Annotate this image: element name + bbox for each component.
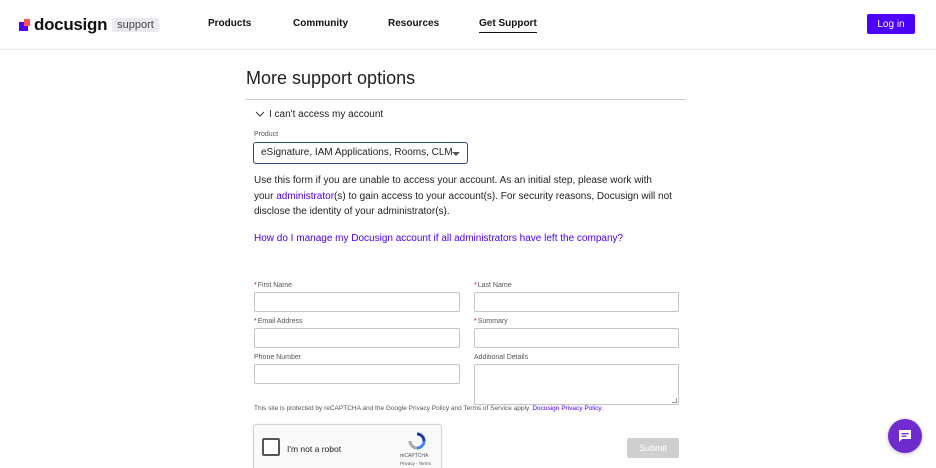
summary-input[interactable] bbox=[474, 328, 679, 348]
instructions-text: Use this form if you are unable to acces… bbox=[254, 175, 672, 217]
page-title: More support options bbox=[246, 68, 416, 88]
accordion-cant-access-account[interactable]: I can't access my account bbox=[254, 108, 383, 120]
chat-icon bbox=[899, 430, 911, 442]
site-header: docusign support Products Community Reso… bbox=[0, 0, 936, 50]
email-label: *Email Address bbox=[254, 318, 303, 325]
product-label: Product bbox=[254, 131, 279, 138]
first-name-label: *First Name bbox=[254, 282, 292, 289]
product-selected-value: eSignature, IAM Applications, Rooms, CLM bbox=[261, 147, 453, 158]
summary-label: *Summary bbox=[474, 318, 508, 325]
additional-details-label: Additional Details bbox=[474, 354, 529, 361]
recaptcha-label: I'm not a robot bbox=[287, 444, 342, 454]
email-input[interactable] bbox=[254, 328, 460, 348]
last-name-input[interactable] bbox=[474, 292, 679, 312]
dropdown-caret-icon bbox=[452, 152, 460, 156]
phone-input[interactable] bbox=[254, 364, 460, 384]
manage-account-help-link[interactable]: How do I manage my Docusign account if a… bbox=[254, 233, 623, 244]
recaptcha-checkbox[interactable] bbox=[262, 438, 280, 456]
recaptcha-logo-icon bbox=[408, 432, 426, 450]
accordion-label: I can't access my account bbox=[269, 108, 384, 120]
phone-label: Phone Number bbox=[254, 354, 302, 361]
login-button[interactable]: Log in bbox=[867, 14, 915, 34]
recaptcha-widget: I'm not a robot reCAPTCHA Privacy - Term… bbox=[253, 424, 442, 468]
submit-button[interactable]: Submit bbox=[627, 438, 679, 458]
nav-products[interactable]: Products bbox=[208, 18, 251, 29]
chevron-down-icon bbox=[255, 111, 265, 117]
recaptcha-brand: reCAPTCHA bbox=[400, 453, 429, 459]
resize-handle-icon[interactable] bbox=[672, 398, 677, 403]
first-name-input[interactable] bbox=[254, 292, 460, 312]
privacy-policy-link[interactable]: Docusign Privacy Policy. bbox=[532, 405, 603, 412]
nav-get-support[interactable]: Get Support bbox=[479, 18, 537, 33]
nav-resources[interactable]: Resources bbox=[388, 18, 439, 29]
docusign-logo[interactable]: docusign support bbox=[19, 15, 159, 35]
nav-community[interactable]: Community bbox=[293, 18, 348, 29]
logo-text: docusign bbox=[34, 15, 108, 34]
chat-button[interactable] bbox=[888, 419, 922, 453]
last-name-label: *Last Name bbox=[474, 282, 512, 289]
product-select[interactable]: eSignature, IAM Applications, Rooms, CLM bbox=[253, 142, 468, 164]
title-divider bbox=[246, 99, 686, 100]
administrator-link[interactable]: administrator bbox=[276, 191, 334, 202]
recaptcha-terms-link[interactable]: Privacy - Terms bbox=[400, 461, 431, 466]
recaptcha-notice: This site is protected by reCAPTCHA and … bbox=[254, 405, 603, 412]
additional-details-textarea[interactable] bbox=[474, 364, 679, 405]
support-badge: support bbox=[112, 18, 159, 32]
docusign-logo-icon bbox=[19, 19, 31, 31]
